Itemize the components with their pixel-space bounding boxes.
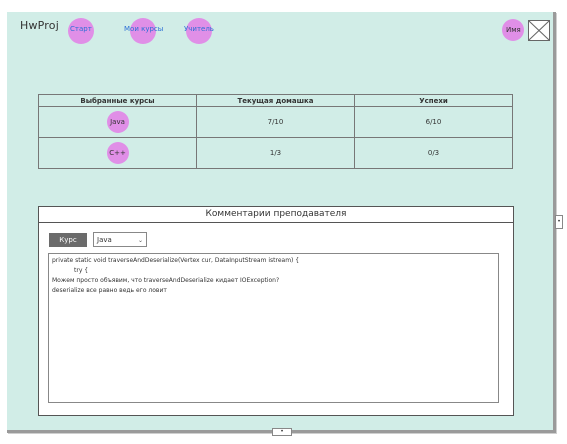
resize-handle-bottom[interactable]: •	[272, 428, 292, 436]
resize-handle-right[interactable]: •	[555, 215, 563, 229]
table-row: C++ 1/3 0/3	[38, 137, 513, 169]
comments-panel: Комментарии преподавателя Курс Java ⌄ pr…	[38, 206, 514, 416]
nav-link-teacher[interactable]: Учитель	[184, 25, 214, 33]
nav-link-my-courses[interactable]: Мои курсы	[124, 25, 163, 33]
column-header-courses: Выбранные курсы	[38, 93, 197, 108]
course-filter-label: Курс	[49, 233, 87, 247]
table-row: Java 7/10 6/10	[38, 106, 513, 139]
chevron-down-icon: ⌄	[137, 237, 143, 244]
comment-line: try {	[74, 267, 89, 274]
courses-table-header: Выбранные курсы Текущая домашка Успехи	[38, 93, 513, 108]
course-cell: Java	[38, 106, 197, 139]
comment-line: Можем просто объявим, что traverseAndDes…	[52, 277, 280, 284]
course-select-value: Java	[97, 236, 112, 244]
courses-table: Выбранные курсы Текущая домашка Успехи J…	[38, 93, 513, 169]
course-link-cpp[interactable]: C++	[106, 142, 129, 165]
nav-link-start[interactable]: Старт	[70, 25, 92, 33]
course-link-java[interactable]: Java	[106, 111, 129, 134]
comment-textarea[interactable]: private static void traverseAndDeseriali…	[48, 253, 499, 403]
comment-line: private static void traverseAndDeseriali…	[52, 257, 300, 264]
column-header-progress: Успехи	[354, 93, 513, 108]
course-select[interactable]: Java ⌄	[93, 232, 147, 247]
current-homework-cell: 1/3	[196, 137, 355, 169]
avatar-placeholder[interactable]	[528, 20, 550, 41]
progress-cell: 6/10	[354, 106, 513, 139]
column-header-current: Текущая домашка	[196, 93, 355, 108]
progress-cell: 0/3	[354, 137, 513, 169]
avatar-image-icon	[528, 20, 550, 41]
course-cell: C++	[38, 137, 197, 169]
user-name[interactable]: Имя	[506, 26, 521, 34]
comments-panel-title: Комментарии преподавателя	[39, 207, 513, 223]
current-homework-cell: 7/10	[196, 106, 355, 139]
comment-line: deserialize все равно ведь его ловит	[52, 287, 167, 294]
app-logo: HwProj	[20, 19, 59, 32]
